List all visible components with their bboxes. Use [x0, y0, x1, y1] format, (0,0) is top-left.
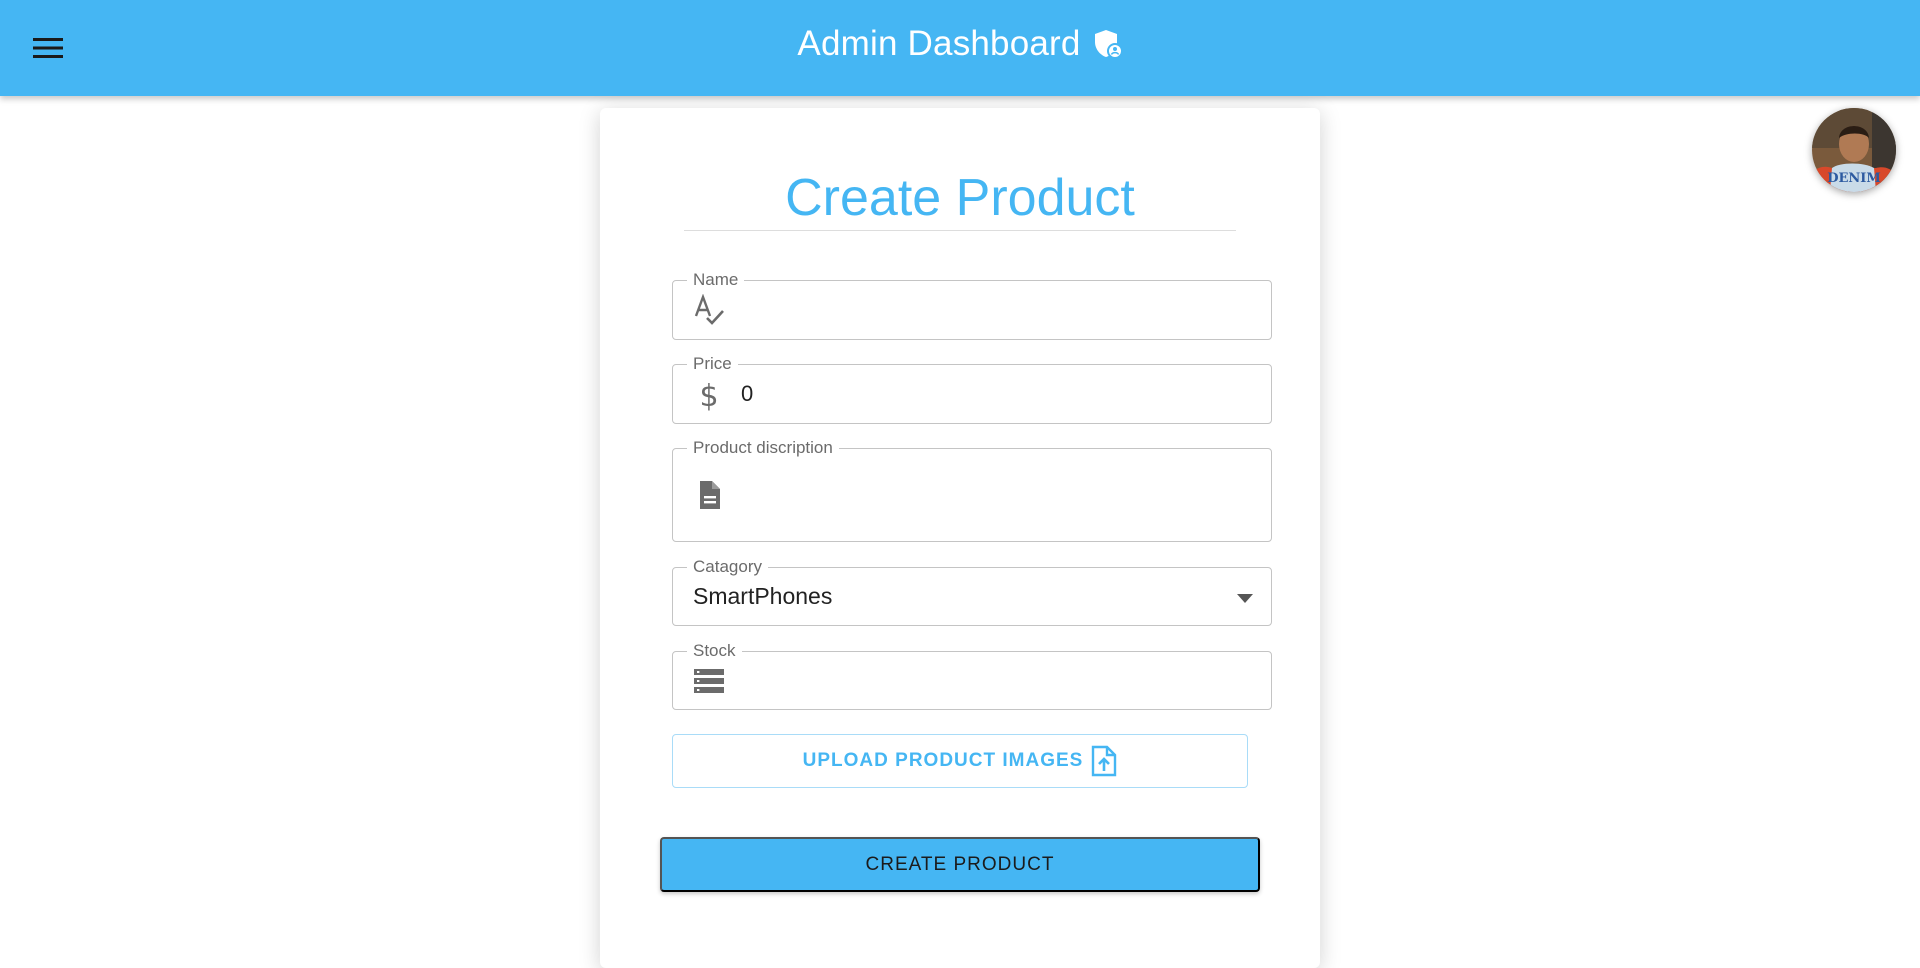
description-label: Product discription: [687, 438, 839, 458]
upload-label: UPLOAD PRODUCT IMAGES: [802, 750, 1084, 771]
price-field[interactable]: Price $ 0: [672, 354, 1272, 424]
svg-text:$: $: [699, 379, 718, 411]
name-field[interactable]: Name: [672, 270, 1272, 340]
spellcheck-icon: [693, 294, 725, 326]
app-bar: Admin Dashboard: [0, 0, 1920, 96]
upload-file-icon: [1092, 745, 1117, 777]
category-label: Catagory: [687, 557, 768, 577]
svg-text:DENIM: DENIM: [1827, 171, 1881, 186]
app-title: Admin Dashboard: [0, 24, 1920, 64]
storage-icon: [693, 665, 725, 697]
title-divider: [684, 230, 1236, 231]
form-title: Create Product: [785, 169, 1135, 227]
stock-label: Stock: [687, 641, 742, 661]
create-product-card: Create Product Name Price $ 0 Product di…: [600, 108, 1320, 968]
app-title-text: Admin Dashboard: [797, 24, 1081, 63]
stock-field[interactable]: Stock: [672, 641, 1272, 710]
admin-shield-icon: [1094, 30, 1123, 59]
description-field[interactable]: Product discription: [672, 438, 1272, 542]
category-value: SmartPhones: [693, 583, 833, 609]
description-icon: [693, 479, 725, 511]
price-label: Price: [687, 354, 738, 374]
user-avatar[interactable]: DENIM: [1812, 108, 1896, 192]
dropdown-arrow-icon: [1237, 591, 1253, 609]
price-value: 0: [741, 381, 754, 406]
dollar-icon: $: [693, 379, 725, 411]
category-select[interactable]: Catagory SmartPhones: [672, 557, 1272, 626]
create-product-button[interactable]: CREATE PRODUCT: [660, 837, 1260, 892]
upload-images-button[interactable]: UPLOAD PRODUCT IMAGES: [672, 734, 1248, 788]
name-label: Name: [687, 270, 745, 290]
